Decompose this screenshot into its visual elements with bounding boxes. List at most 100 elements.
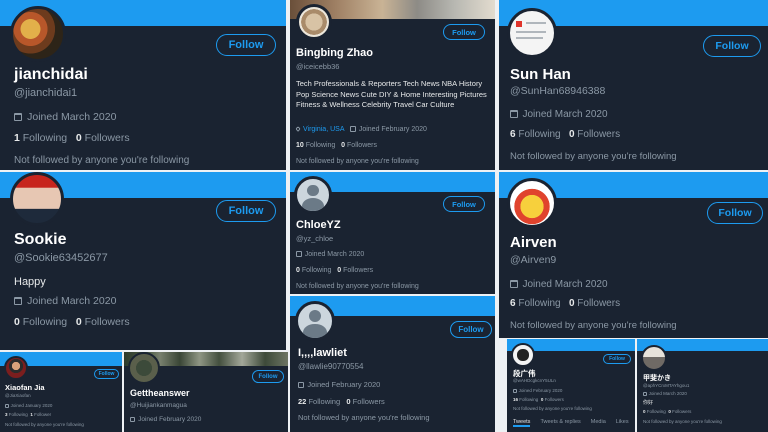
follow-stats: 22 Following 0 Followers	[298, 397, 385, 406]
followers-count[interactable]: 0	[76, 316, 82, 328]
followers-count[interactable]: 0	[569, 298, 575, 309]
followers-count[interactable]: 0	[341, 142, 345, 149]
joined-text: Joined February 2020	[307, 380, 381, 389]
location-link[interactable]: Virginia, USA	[303, 126, 345, 133]
calendar-icon	[510, 280, 518, 288]
display-name: Bingbing Zhao	[296, 47, 373, 59]
follow-stats: 0 Following 0 Followers	[14, 316, 130, 328]
followers-label[interactable]: Followers	[545, 397, 564, 402]
profile-card-lawliet: Follow I,,,,lawliet @llawlie90770554 Joi…	[290, 296, 495, 432]
following-count[interactable]: 0	[296, 267, 300, 274]
profile-avatar[interactable]	[10, 172, 64, 226]
following-label[interactable]: Following	[23, 316, 67, 328]
followed-by-note: Not followed by anyone you're following	[513, 406, 592, 411]
calendar-icon	[130, 416, 136, 422]
followed-by-note: Not followed by anyone you're following	[14, 155, 190, 166]
following-count[interactable]: 0	[643, 409, 646, 414]
followers-label[interactable]: Followers	[672, 409, 691, 414]
following-count[interactable]: 10	[296, 142, 304, 149]
following-label[interactable]: Following	[518, 129, 560, 140]
joined-date: Joined February 2020	[130, 416, 201, 423]
following-label[interactable]: Following	[9, 412, 28, 417]
tab-media[interactable]: Media	[591, 419, 606, 427]
follow-button[interactable]: Follow	[603, 354, 631, 364]
follow-button[interactable]: Follow	[216, 34, 276, 56]
following-count[interactable]: 0	[14, 316, 20, 328]
tab-tweets[interactable]: Tweets	[513, 419, 531, 427]
user-handle: @Huijiankanmagua	[130, 402, 187, 409]
followers-label[interactable]: Followers	[347, 142, 377, 149]
default-profile-icon[interactable]	[294, 176, 332, 214]
following-count[interactable]: 22	[298, 397, 306, 406]
profile-avatar[interactable]	[4, 356, 28, 380]
followers-count[interactable]: 1	[30, 412, 33, 417]
following-count[interactable]: 16	[513, 397, 518, 402]
followers-label[interactable]: Followers	[343, 267, 373, 274]
user-handle: @Airven9	[510, 254, 557, 266]
profile-avatar[interactable]	[296, 4, 332, 40]
following-label[interactable]: Following	[306, 142, 336, 149]
profile-avatar[interactable]	[507, 8, 557, 58]
followers-count[interactable]: 0	[569, 129, 575, 140]
following-label[interactable]: Following	[647, 409, 666, 414]
followers-label[interactable]: Followers	[353, 397, 385, 406]
following-count[interactable]: 6	[510, 129, 516, 140]
followers-label[interactable]: Followers	[85, 132, 130, 144]
following-label[interactable]: Following	[518, 298, 560, 309]
profile-bio: Happy	[14, 276, 46, 288]
followers-label[interactable]: Followers	[577, 129, 620, 140]
profile-avatar[interactable]	[511, 343, 535, 367]
followers-label[interactable]: Followers	[85, 316, 130, 328]
following-count[interactable]: 1	[14, 132, 20, 144]
follow-button[interactable]: Follow	[216, 200, 276, 222]
joined-text: Joined February 2020	[358, 126, 427, 133]
following-count[interactable]: 3	[5, 412, 8, 417]
follow-stats: 6 Following 0 Followers	[510, 129, 620, 140]
following-count[interactable]: 6	[510, 298, 516, 309]
display-name: 甲斐かき	[643, 375, 671, 382]
follow-button[interactable]: Follow	[443, 196, 485, 212]
follow-button[interactable]: Follow	[252, 370, 284, 383]
calendar-icon	[643, 392, 647, 396]
follow-button[interactable]: Follow	[450, 321, 492, 338]
followers-count[interactable]: 0	[541, 397, 544, 402]
profile-avatar[interactable]	[10, 6, 66, 62]
followers-label[interactable]: Followers	[577, 298, 620, 309]
followed-by-note: Not followed by anyone you're following	[510, 151, 677, 162]
display-name: Gettheanswer	[130, 388, 190, 398]
follow-button[interactable]: Follow	[94, 369, 119, 379]
tab-likes[interactable]: Likes	[616, 419, 629, 427]
followers-count[interactable]: 0	[346, 397, 350, 406]
calendar-icon	[14, 296, 23, 305]
profile-card-bingbing: Follow Bingbing Zhao @iceicebb36 Tech Pr…	[290, 0, 495, 170]
user-handle: @aphYCrxMTAYhgou1	[643, 383, 690, 388]
profile-avatar[interactable]	[641, 345, 667, 371]
profile-avatar[interactable]	[507, 178, 557, 228]
follow-button[interactable]: Follow	[703, 35, 761, 57]
joined-date: Joined January 2020	[5, 403, 52, 408]
following-label[interactable]: Following	[23, 132, 67, 144]
profile-card-jianchidai: Follow jianchidai @jianchidai1 Joined Ma…	[0, 0, 286, 170]
following-label[interactable]: Following	[308, 397, 340, 406]
followers-label[interactable]: Follower	[34, 412, 51, 417]
calendar-icon	[510, 110, 518, 118]
followers-count[interactable]: 0	[76, 132, 82, 144]
follow-button[interactable]: Follow	[707, 202, 763, 224]
following-label[interactable]: Following	[302, 267, 332, 274]
follow-button[interactable]: Follow	[443, 24, 485, 40]
display-name: Airven	[510, 234, 557, 251]
default-profile-icon[interactable]	[295, 301, 335, 341]
joined-text: Joined March 2020	[522, 279, 608, 290]
following-label[interactable]: Following	[519, 397, 538, 402]
profile-tabs: Tweets Tweets & replies Media Likes	[513, 419, 629, 427]
tab-tweets-replies[interactable]: Tweets & replies	[540, 419, 580, 427]
followed-by-note: Not followed by anyone you're following	[5, 422, 84, 427]
follow-stats: 1 Following 0 Followers	[14, 132, 130, 144]
followers-count[interactable]: 0	[668, 409, 671, 414]
user-handle: @wAHDcgkcnY5ULn	[513, 378, 556, 383]
joined-text: Joined February 2020	[518, 388, 563, 393]
profile-avatar[interactable]	[128, 352, 160, 384]
calendar-icon	[298, 382, 304, 388]
joined-date: Joined February 2020	[298, 380, 380, 389]
followers-count[interactable]: 0	[337, 267, 341, 274]
